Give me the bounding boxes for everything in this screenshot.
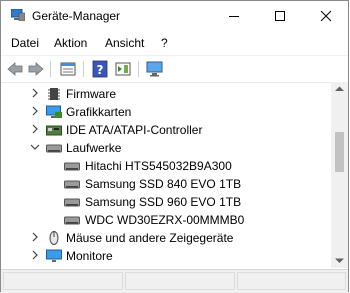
menu-aktion[interactable]: Aktion xyxy=(54,36,87,50)
svg-text:?: ? xyxy=(97,63,104,77)
properties-list-icon[interactable] xyxy=(59,60,77,78)
window-title: Geräte-Manager xyxy=(32,9,121,23)
disk-drive-icon xyxy=(46,144,62,153)
tree-item-label: Samsung SSD 840 EVO 1TB xyxy=(85,177,242,191)
monitor-icon xyxy=(46,249,62,262)
maximize-button[interactable] xyxy=(257,1,303,31)
tree-item-drive[interactable]: Hitachi HTS545032B9A300 xyxy=(2,157,331,175)
device-tree[interactable]: Firmware Grafikkarten IDE ATA/ATAPI-Cont… xyxy=(2,82,331,268)
toolbar-separator xyxy=(138,61,139,77)
close-button[interactable] xyxy=(303,1,349,31)
scan-hardware-monitor-icon[interactable] xyxy=(146,60,164,78)
scrollbar-thumb[interactable] xyxy=(335,132,344,172)
status-panel xyxy=(3,272,123,290)
close-icon xyxy=(320,10,332,22)
tree-item-maeuse[interactable]: Mäuse und andere Zeigegeräte xyxy=(2,229,331,247)
device-manager-app-icon xyxy=(11,9,25,21)
tree-item-label: Firmware xyxy=(66,87,116,101)
tree-item-drive[interactable]: Samsung SSD 960 EVO 1TB xyxy=(2,193,331,211)
tree-item-monitore[interactable]: Monitore xyxy=(2,247,331,265)
status-panel xyxy=(237,272,346,290)
scroll-down-arrow-icon[interactable] xyxy=(335,258,344,264)
tree-item-label: IDE ATA/ATAPI-Controller xyxy=(66,123,203,137)
minimize-icon xyxy=(229,16,239,17)
tree-item-label: Grafikkarten xyxy=(66,105,132,119)
forward-arrow-icon[interactable] xyxy=(27,60,45,78)
status-bar xyxy=(1,269,348,293)
chevron-right-icon[interactable] xyxy=(30,106,40,116)
tree-item-ide-controller[interactable]: IDE ATA/ATAPI-Controller xyxy=(2,121,331,139)
device-manager-window: Geräte-Manager Datei Aktion Ansicht ? ? … xyxy=(0,0,349,293)
action-pane-icon[interactable] xyxy=(114,60,132,78)
menu-bar: Datei Aktion Ansicht ? xyxy=(1,32,348,54)
help-icon[interactable]: ? xyxy=(91,60,109,78)
back-arrow-icon[interactable] xyxy=(6,60,24,78)
tree-item-label: Laufwerke xyxy=(66,141,122,155)
menu-datei[interactable]: Datei xyxy=(11,36,39,50)
tree-item-label: Hitachi HTS545032B9A300 xyxy=(85,159,232,173)
tree-item-grafikkarten[interactable]: Grafikkarten xyxy=(2,103,331,121)
toolbar-separator xyxy=(83,61,84,77)
chevron-down-icon[interactable] xyxy=(30,142,40,152)
chevron-right-icon[interactable] xyxy=(30,88,40,98)
scroll-up-arrow-icon[interactable] xyxy=(335,86,344,92)
minimize-button[interactable] xyxy=(211,1,257,31)
disk-drive-icon xyxy=(64,216,80,225)
maximize-icon xyxy=(275,11,285,21)
tree-item-firmware[interactable]: Firmware xyxy=(2,85,331,103)
menu-ansicht[interactable]: Ansicht xyxy=(105,36,144,50)
tree-item-laufwerke[interactable]: Laufwerke xyxy=(2,139,331,157)
title-bar[interactable]: Geräte-Manager xyxy=(1,1,348,31)
tree-item-drive[interactable]: WDC WD30EZRX-00MMMB0 xyxy=(2,211,331,229)
display-adapter-icon xyxy=(46,105,62,118)
mouse-icon xyxy=(49,231,59,245)
disk-drive-icon xyxy=(64,180,80,189)
status-panel xyxy=(125,272,235,290)
tree-item-label: Monitore xyxy=(66,249,113,263)
chevron-right-icon[interactable] xyxy=(30,124,40,134)
chevron-right-icon[interactable] xyxy=(30,232,40,242)
toolbar-separator xyxy=(50,61,51,77)
firmware-chip-icon xyxy=(48,88,60,100)
vertical-scrollbar[interactable] xyxy=(331,82,348,268)
chevron-right-icon[interactable] xyxy=(30,250,40,260)
tree-item-drive[interactable]: Samsung SSD 840 EVO 1TB xyxy=(2,175,331,193)
tree-item-label: Mäuse und andere Zeigegeräte xyxy=(66,231,234,245)
ide-controller-icon xyxy=(46,125,62,136)
tree-item-label: Samsung SSD 960 EVO 1TB xyxy=(85,195,242,209)
disk-drive-icon xyxy=(64,162,80,171)
disk-drive-icon xyxy=(64,198,80,207)
toolbar: ? xyxy=(1,55,348,83)
menu-help[interactable]: ? xyxy=(161,36,168,50)
tree-item-label: WDC WD30EZRX-00MMMB0 xyxy=(85,213,245,227)
